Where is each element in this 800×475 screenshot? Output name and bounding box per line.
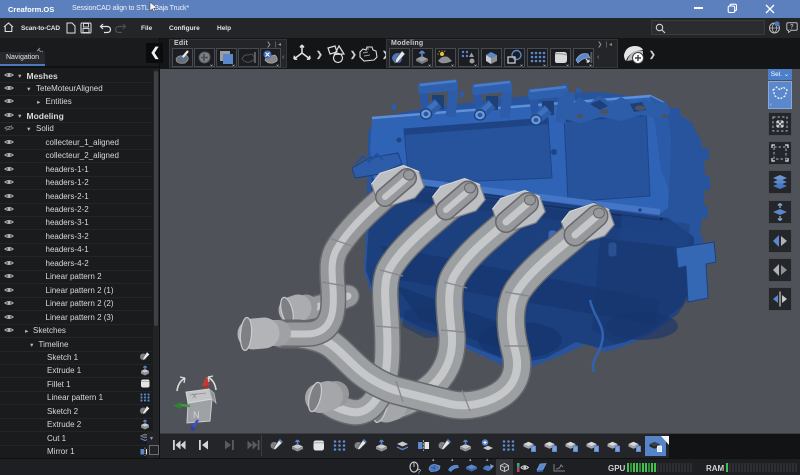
svg-text:?: ?: [417, 469, 421, 475]
svg-text:?: ?: [790, 25, 794, 31]
svg-text:N: N: [193, 410, 200, 420]
